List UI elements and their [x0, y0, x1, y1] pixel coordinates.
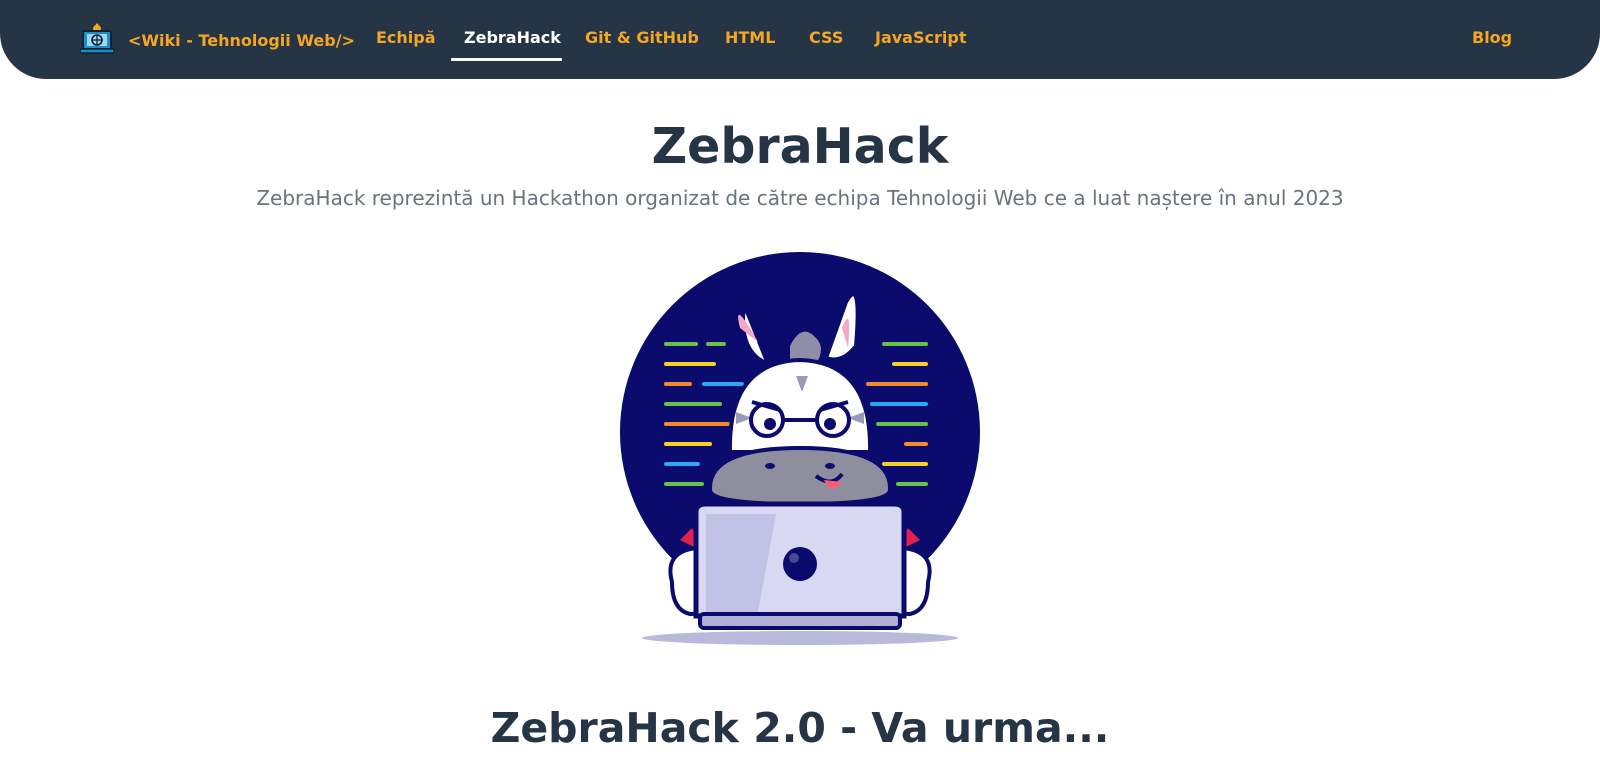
nav-link-zebrahack[interactable]: ZebraHack — [464, 28, 561, 47]
active-tab-indicator — [451, 58, 562, 61]
nav-link-git-github[interactable]: Git & GitHub — [585, 28, 699, 47]
nav-link-echipa[interactable]: Echipă — [376, 28, 436, 47]
brand-title: <Wiki - Tehnologii Web/> — [128, 30, 355, 50]
page-title: ZebraHack — [651, 118, 949, 175]
nav-link-blog[interactable]: Blog — [1472, 28, 1512, 47]
section-title: ZebraHack 2.0 - Va urma... — [490, 704, 1110, 752]
page-subtitle: ZebraHack reprezintă un Hackathon organi… — [256, 186, 1344, 210]
nav-link-css[interactable]: CSS — [809, 28, 843, 47]
top-navbar: <Wiki - Tehnologii Web/> Echipă ZebraHac… — [0, 0, 1600, 79]
nav-link-html[interactable]: HTML — [725, 28, 775, 47]
brand-link[interactable]: <Wiki - Tehnologii Web/> — [79, 21, 355, 59]
laptop-globe-icon — [79, 21, 115, 59]
nav-link-javascript[interactable]: JavaScript — [875, 28, 966, 47]
zebra-coding-laptop-illustration — [620, 252, 980, 647]
